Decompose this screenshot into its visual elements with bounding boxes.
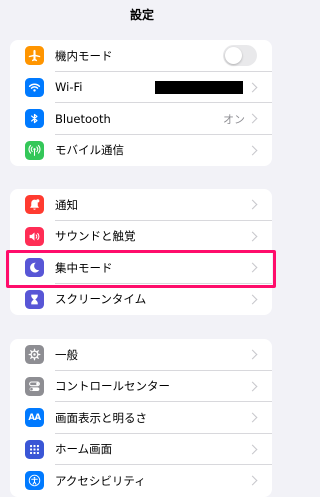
airplane-mode-label: 機内モード [55,48,113,63]
airplane-mode-toggle[interactable] [223,45,257,67]
chevron-right-icon [247,381,258,392]
screen-time-label: スクリーンタイム [55,292,147,307]
chevron-right-icon [247,231,258,242]
row-airplane-mode[interactable]: 機内モード [10,40,272,72]
chevron-right-icon [247,294,258,305]
toggle-knob [225,47,242,65]
accessibility-icon [25,471,44,491]
row-control-center[interactable]: コントロールセンター [10,371,272,402]
row-bluetooth[interactable]: Bluetooth オン [10,103,272,135]
moon-icon [25,258,44,278]
bluetooth-icon [25,109,44,129]
chevron-right-icon [247,475,258,486]
focus-label: 集中モード [55,260,113,275]
row-notifications[interactable]: 通知 [10,189,272,221]
general-group: 一般 コントロールセンター AA 画面表示と明るさ ホーム画面 アクセシビリティ [10,339,272,497]
wifi-icon [25,77,44,97]
row-cellular[interactable]: モバイル通信 [10,135,272,167]
notifications-label: 通知 [55,197,78,212]
redacted-network-name [155,80,243,94]
notifications-group: 通知 サウンドと触覚 集中モード スクリーンタイム [10,189,272,315]
airplane-icon [25,46,44,66]
chevron-right-icon [247,412,258,423]
gear-icon [25,345,44,365]
page-title: 設定 [129,8,154,22]
row-focus[interactable]: 集中モード [10,252,272,284]
hourglass-icon [25,289,44,309]
row-display-brightness[interactable]: AA 画面表示と明るさ [10,402,272,434]
chevron-right-icon [247,349,258,360]
row-general[interactable]: 一般 [10,339,272,371]
bluetooth-status: オン [223,112,245,126]
speaker-icon [25,226,44,246]
chevron-right-icon [247,82,258,93]
general-label: 一般 [55,347,78,362]
switches-icon [25,376,44,396]
chevron-right-icon [247,145,258,156]
cellular-label: モバイル通信 [55,143,124,158]
sounds-label: サウンドと触覚 [55,229,136,244]
control-center-label: コントロールセンター [55,379,170,394]
chevron-right-icon [247,199,258,210]
antenna-icon [25,140,44,160]
row-screen-time[interactable]: スクリーンタイム [10,284,272,316]
connectivity-group: 機内モード Wi-Fi Bluetooth オン モバイル通信 [10,40,272,166]
row-wifi[interactable]: Wi-Fi [10,72,272,103]
chevron-right-icon [247,262,258,273]
bluetooth-label: Bluetooth [55,111,111,126]
accessibility-label: アクセシビリティ [55,473,146,488]
chevron-right-icon [247,113,258,124]
wifi-label: Wi-Fi [55,80,83,95]
row-sounds[interactable]: サウンドと触覚 [10,221,272,252]
text-size-icon: AA [25,408,44,428]
home-screen-label: ホーム画面 [55,442,113,457]
bell-icon [25,195,44,215]
chevron-right-icon [247,444,258,455]
display-brightness-label: 画面表示と明るさ [55,410,147,425]
row-home-screen[interactable]: ホーム画面 [10,434,272,465]
grid-icon [25,439,44,459]
